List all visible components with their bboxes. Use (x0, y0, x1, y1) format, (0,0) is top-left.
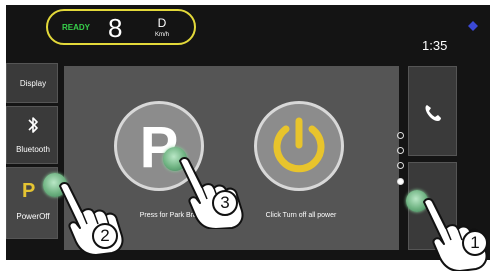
page-dot[interactable] (397, 132, 404, 139)
power-icon (273, 117, 325, 173)
bluetooth-icon (28, 117, 38, 133)
sidebar-item-label: Display (19, 79, 47, 88)
clock: 1:35 (422, 38, 448, 53)
page-dot[interactable] (397, 162, 404, 169)
speed-value: 8 (108, 13, 123, 43)
sidebar-item-display[interactable]: Display (6, 63, 58, 103)
page-dot-active[interactable] (397, 178, 404, 185)
gear-indicator: D (157, 16, 167, 30)
sidebar-item-bluetooth[interactable]: Bluetooth (6, 106, 58, 164)
step-number-2: 2 (92, 223, 118, 249)
phone-button[interactable] (408, 66, 457, 156)
park-icon: P (22, 180, 36, 202)
step-number-3: 3 (212, 190, 238, 216)
settings-sidebar: Display Bluetooth P PowerOff (6, 63, 58, 245)
step-number-1: 1 (462, 230, 488, 256)
phone-icon (425, 105, 441, 121)
drive-status-pill: READY 8 D Km/h (46, 9, 196, 45)
signal-icon (468, 21, 478, 31)
ready-indicator: READY (62, 23, 91, 32)
power-off-button[interactable] (254, 101, 344, 191)
page-dot[interactable] (397, 147, 404, 154)
speed-unit: Km/h (154, 32, 169, 38)
sidebar-item-label: PowerOff (16, 212, 50, 221)
sidebar-item-label: Bluetooth (16, 145, 50, 154)
